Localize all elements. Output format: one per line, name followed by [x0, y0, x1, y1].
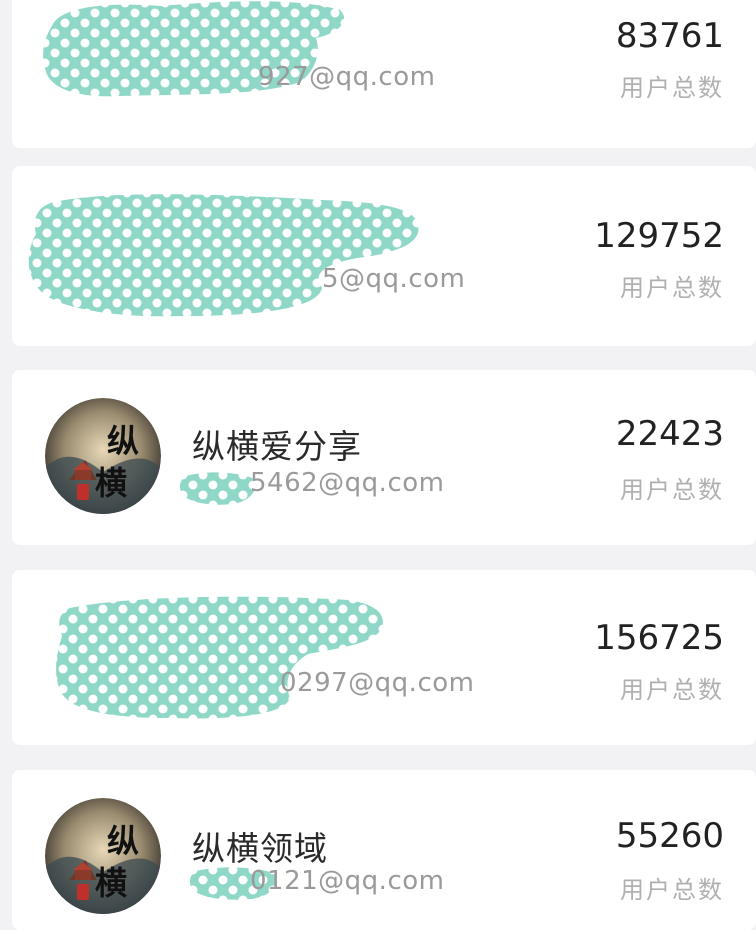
user-name: 纵横爱分享 — [192, 427, 362, 466]
svg-text:纵: 纵 — [107, 422, 139, 460]
user-count-value: 156725 — [594, 618, 724, 658]
user-card[interactable]: 927@qq.com 83761 用户总数 — [12, 0, 756, 148]
user-card[interactable]: 5@qq.com 129752 用户总数 — [12, 166, 756, 346]
user-email: 0297@qq.com — [280, 668, 475, 698]
user-list: 927@qq.com 83761 用户总数 5@qq.com 129752 用户… — [0, 0, 756, 930]
user-count-label: 用户总数 — [620, 876, 724, 904]
user-count-value: 83761 — [615, 16, 724, 56]
avatar[interactable]: 纵 横 — [45, 798, 161, 914]
svg-text:横: 横 — [95, 464, 127, 502]
privacy-redaction — [56, 596, 383, 719]
avatar[interactable]: 纵 横 — [45, 398, 161, 514]
user-count-label: 用户总数 — [620, 74, 724, 102]
svg-text:纵: 纵 — [107, 822, 139, 860]
user-count-value: 129752 — [594, 216, 724, 256]
user-count-label: 用户总数 — [620, 274, 724, 302]
user-name: 纵横领域 — [192, 829, 328, 868]
user-email: 927@qq.com — [258, 62, 436, 92]
privacy-redaction — [28, 194, 419, 317]
user-count-label: 用户总数 — [620, 476, 724, 504]
privacy-redaction — [179, 472, 256, 505]
user-email: 5462@qq.com — [250, 468, 445, 498]
user-count-label: 用户总数 — [620, 676, 724, 704]
svg-text:横: 横 — [95, 864, 127, 902]
user-card[interactable]: 纵 横 纵横领域 0121@qq.com 55260 用户总数 — [12, 770, 756, 930]
user-card[interactable]: 纵 横 纵横爱分享 5462@qq.com 22423 用户总数 — [12, 370, 756, 545]
user-email: 5@qq.com — [322, 264, 466, 294]
user-count-value: 55260 — [615, 816, 724, 856]
user-count-value: 22423 — [615, 414, 724, 454]
user-card[interactable]: 0297@qq.com 156725 用户总数 — [12, 570, 756, 745]
user-email: 0121@qq.com — [250, 866, 445, 896]
